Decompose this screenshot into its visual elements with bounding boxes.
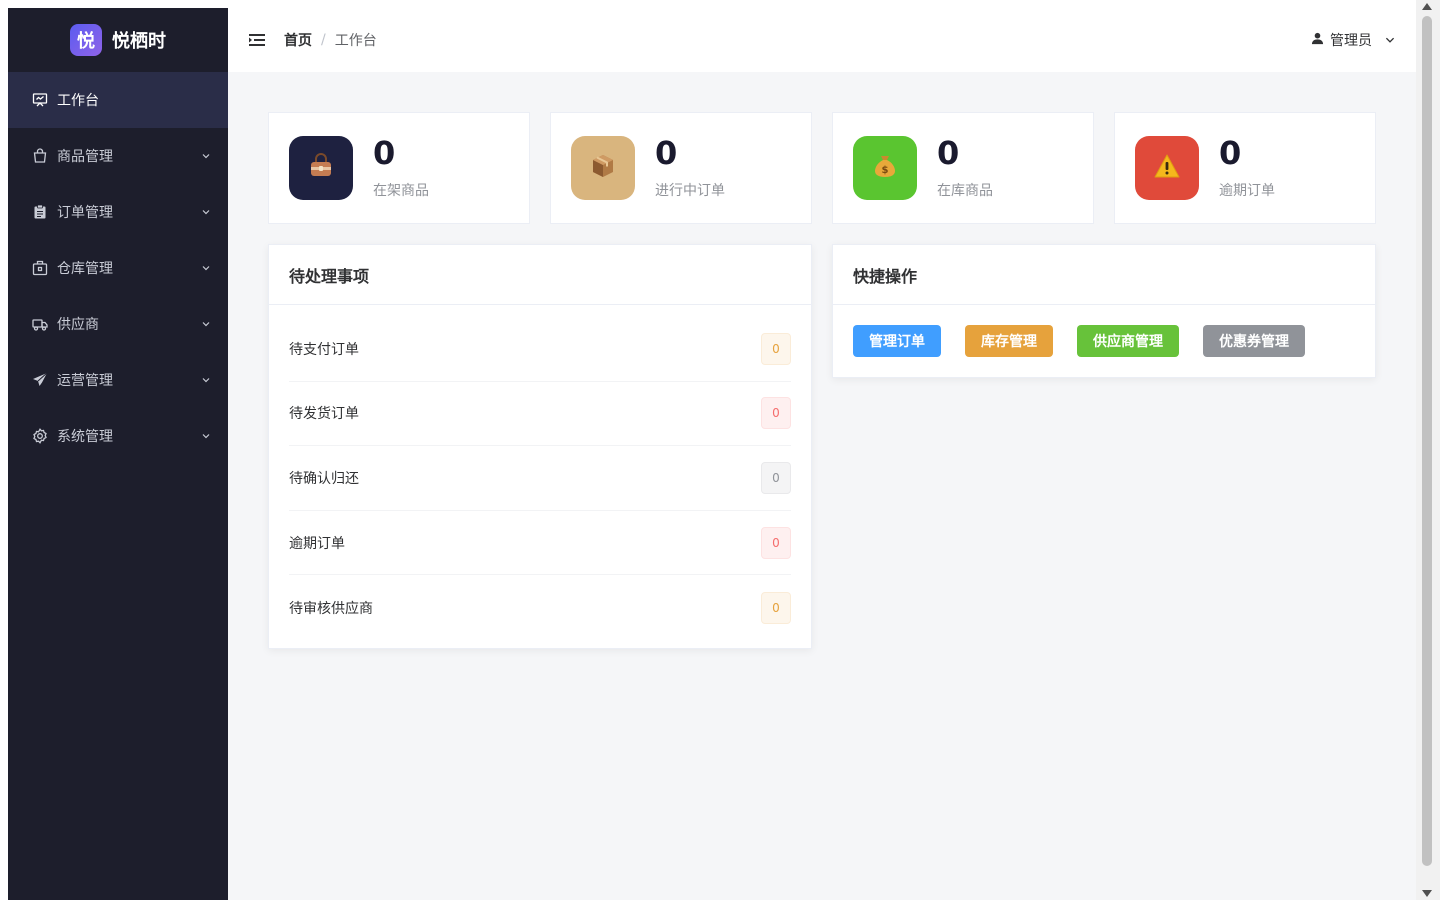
sidebar: 悦 悦栖时 工作台 商品管理 订单管理 仓库管理 供应商 运营管理 系统管理 bbox=[8, 8, 228, 900]
todo-label: 待发货订单 bbox=[289, 406, 359, 423]
sidebar-item-operations[interactable]: 运营管理 bbox=[8, 352, 228, 408]
main-area: 首页 / 工作台 管理员 0 在架商品 0 进行中订单 $ 0 在库商品 0 逾… bbox=[228, 8, 1416, 900]
shopping-bag-icon bbox=[32, 148, 48, 164]
todo-list: 待支付订单 0 待发货订单 0 待确认归还 0 逾期订单 0 待审核供应商 0 bbox=[269, 305, 811, 648]
clipboard-icon bbox=[32, 204, 48, 220]
scrollbar-thumb[interactable] bbox=[1422, 16, 1432, 866]
truck-icon bbox=[32, 316, 48, 332]
chevron-down-icon bbox=[200, 150, 212, 162]
app-shell: 悦 悦栖时 工作台 商品管理 订单管理 仓库管理 供应商 运营管理 系统管理 首… bbox=[8, 8, 1416, 900]
sidebar-item-label: 供应商 bbox=[57, 317, 99, 333]
user-menu[interactable]: 管理员 bbox=[1311, 30, 1396, 50]
breadcrumb-separator: / bbox=[321, 32, 326, 48]
todo-panel: 待处理事项 待支付订单 0 待发货订单 0 待确认归还 0 逾期订单 0 待审核… bbox=[268, 244, 812, 649]
stat-value: 0 bbox=[373, 134, 396, 173]
inventory-button[interactable]: 库存管理 bbox=[965, 325, 1053, 357]
paper-plane-icon bbox=[32, 372, 48, 388]
stat-card-in-stock: $ 0 在库商品 bbox=[832, 112, 1094, 224]
count-badge: 0 bbox=[761, 332, 791, 365]
todo-label: 待审核供应商 bbox=[289, 600, 373, 617]
logo[interactable]: 悦 悦栖时 bbox=[8, 8, 228, 72]
count-badge: 0 bbox=[761, 526, 791, 559]
todo-label: 逾期订单 bbox=[289, 535, 345, 552]
sidebar-item-label: 系统管理 bbox=[57, 429, 113, 445]
stat-card-active-orders: 0 进行中订单 bbox=[550, 112, 812, 224]
sidebar-menu: 工作台 商品管理 订单管理 仓库管理 供应商 运营管理 系统管理 bbox=[8, 72, 228, 464]
scroll-down-arrow[interactable] bbox=[1422, 890, 1432, 897]
stats-row: 0 在架商品 0 进行中订单 $ 0 在库商品 0 逾期订单 bbox=[268, 112, 1376, 224]
user-icon bbox=[1311, 32, 1324, 49]
chevron-down-icon bbox=[200, 206, 212, 218]
presentation-board-icon bbox=[32, 92, 48, 108]
stat-value: 0 bbox=[937, 134, 960, 173]
list-item[interactable]: 待支付订单 0 bbox=[289, 317, 791, 382]
stat-icon-bg bbox=[289, 136, 353, 200]
warehouse-box-icon bbox=[32, 260, 48, 276]
sidebar-item-label: 工作台 bbox=[57, 93, 99, 109]
page-scrollbar[interactable] bbox=[1416, 0, 1440, 900]
logo-text: 悦栖时 bbox=[112, 31, 166, 52]
quick-actions: 管理订单 库存管理 供应商管理 优惠券管理 bbox=[833, 305, 1375, 377]
todo-label: 待支付订单 bbox=[289, 341, 359, 358]
stat-icon-bg: $ bbox=[853, 136, 917, 200]
sidebar-item-orders[interactable]: 订单管理 bbox=[8, 184, 228, 240]
suppliers-button[interactable]: 供应商管理 bbox=[1077, 325, 1179, 357]
chevron-down-icon bbox=[200, 430, 212, 442]
svg-text:$: $ bbox=[882, 165, 889, 176]
stat-label: 逾期订单 bbox=[1219, 182, 1275, 199]
stat-value: 0 bbox=[1219, 134, 1242, 173]
sidebar-item-label: 仓库管理 bbox=[57, 261, 113, 277]
sidebar-item-dashboard[interactable]: 工作台 bbox=[8, 72, 228, 128]
breadcrumb-home[interactable]: 首页 bbox=[284, 30, 312, 50]
manage-orders-button[interactable]: 管理订单 bbox=[853, 325, 941, 357]
sidebar-item-label: 运营管理 bbox=[57, 373, 113, 389]
count-badge: 0 bbox=[761, 397, 791, 430]
breadcrumb: 首页 / 工作台 bbox=[284, 30, 377, 50]
chevron-down-icon bbox=[200, 318, 212, 330]
money-bag-icon: $ bbox=[870, 151, 900, 185]
sidebar-item-products[interactable]: 商品管理 bbox=[8, 128, 228, 184]
breadcrumb-current: 工作台 bbox=[334, 33, 377, 49]
panel-title: 快捷操作 bbox=[833, 245, 1375, 305]
list-item[interactable]: 待发货订单 0 bbox=[289, 382, 791, 447]
sidebar-item-system[interactable]: 系统管理 bbox=[8, 408, 228, 464]
panels-row: 待处理事项 待支付订单 0 待发货订单 0 待确认归还 0 逾期订单 0 待审核… bbox=[268, 244, 1376, 649]
todo-label: 待确认归还 bbox=[289, 470, 359, 487]
warning-icon bbox=[1152, 151, 1182, 185]
list-item[interactable]: 待确认归还 0 bbox=[289, 446, 791, 511]
stat-label: 在库商品 bbox=[937, 182, 993, 199]
user-name: 管理员 bbox=[1330, 33, 1372, 49]
sidebar-item-warehouse[interactable]: 仓库管理 bbox=[8, 240, 228, 296]
stat-value: 0 bbox=[655, 134, 678, 173]
stat-icon-bg bbox=[571, 136, 635, 200]
coupons-button[interactable]: 优惠券管理 bbox=[1203, 325, 1305, 357]
chevron-down-icon bbox=[200, 262, 212, 274]
panel-title: 待处理事项 bbox=[269, 245, 811, 305]
menu-collapse-icon[interactable] bbox=[248, 31, 266, 49]
sidebar-item-label: 商品管理 bbox=[57, 149, 113, 165]
dashboard-content: 0 在架商品 0 进行中订单 $ 0 在库商品 0 逾期订单 待处理事项 待支付… bbox=[228, 72, 1416, 689]
sidebar-item-label: 订单管理 bbox=[57, 205, 113, 221]
stat-icon-bg bbox=[1135, 136, 1199, 200]
stat-card-overdue-orders: 0 逾期订单 bbox=[1114, 112, 1376, 224]
chevron-down-icon bbox=[200, 374, 212, 386]
stat-label: 进行中订单 bbox=[655, 182, 725, 199]
list-item[interactable]: 待审核供应商 0 bbox=[289, 575, 791, 640]
chevron-down-icon bbox=[1384, 34, 1396, 46]
topbar: 首页 / 工作台 管理员 bbox=[228, 8, 1416, 72]
count-badge: 0 bbox=[761, 591, 791, 624]
sidebar-item-suppliers[interactable]: 供应商 bbox=[8, 296, 228, 352]
stat-card-listed-products: 0 在架商品 bbox=[268, 112, 530, 224]
list-item[interactable]: 逾期订单 0 bbox=[289, 511, 791, 576]
package-icon bbox=[588, 151, 618, 185]
count-badge: 0 bbox=[761, 461, 791, 494]
logo-mark: 悦 bbox=[70, 24, 102, 56]
handbag-icon bbox=[306, 151, 336, 185]
stat-label: 在架商品 bbox=[373, 182, 429, 199]
quick-actions-panel: 快捷操作 管理订单 库存管理 供应商管理 优惠券管理 bbox=[832, 244, 1376, 378]
gear-icon bbox=[32, 428, 48, 444]
scroll-up-arrow[interactable] bbox=[1422, 3, 1432, 10]
